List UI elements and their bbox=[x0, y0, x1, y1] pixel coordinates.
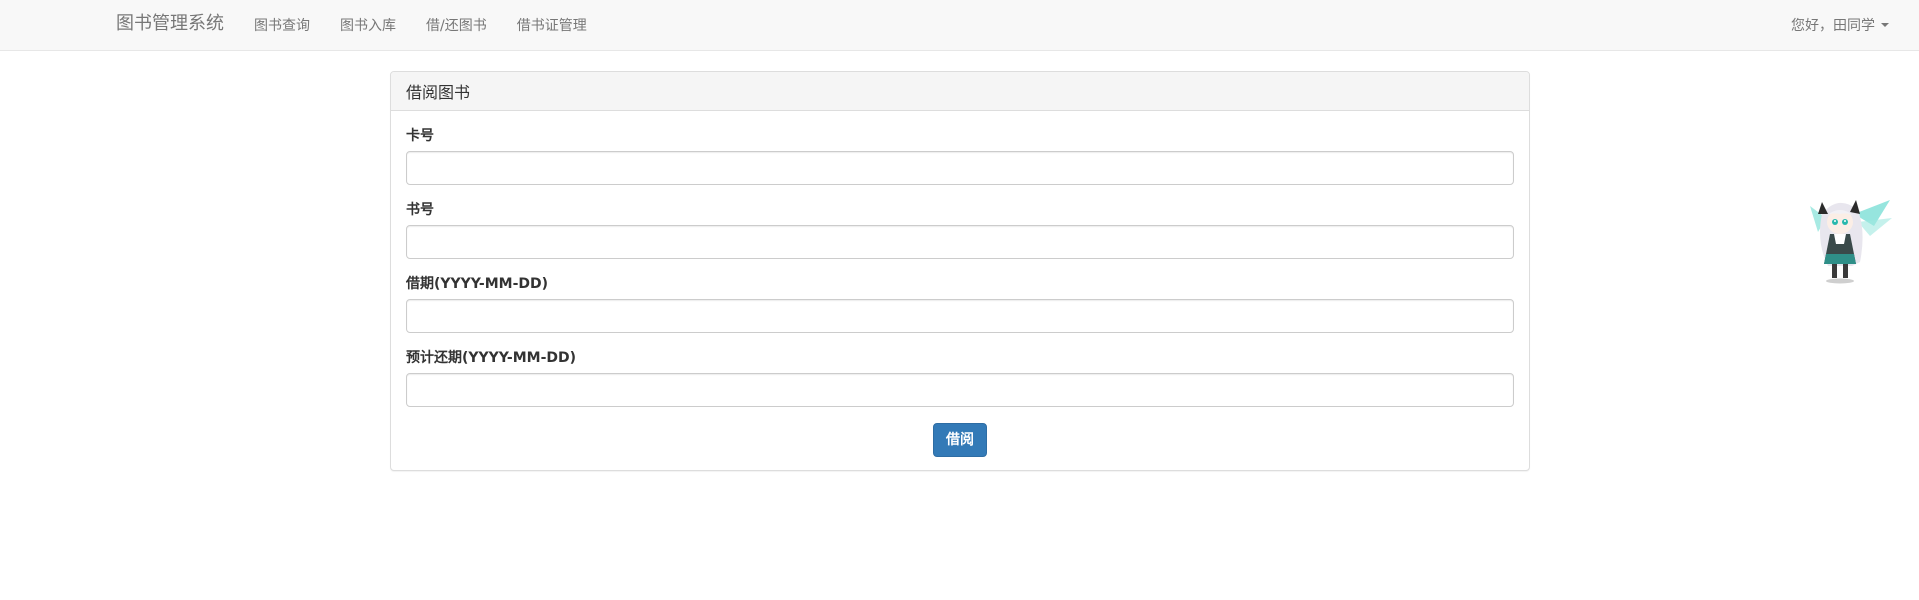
borrow-book-panel: 借阅图书 卡号 书号 借期(YYYY-MM-DD) 预计还期(YYYY-MM-D… bbox=[390, 71, 1530, 471]
user-menu-toggle[interactable]: 您好，田同学 bbox=[1791, 0, 1889, 50]
due-date-input[interactable] bbox=[406, 373, 1514, 407]
brand-title[interactable]: 图书管理系统 bbox=[116, 13, 224, 35]
panel-title: 借阅图书 bbox=[391, 72, 1529, 111]
borrow-date-group: 借期(YYYY-MM-DD) bbox=[406, 274, 1514, 333]
borrow-form: 卡号 书号 借期(YYYY-MM-DD) 预计还期(YYYY-MM-DD) 借阅 bbox=[391, 111, 1529, 457]
nav-link-card-management[interactable]: 借书证管理 bbox=[517, 15, 587, 35]
book-number-input[interactable] bbox=[406, 225, 1514, 259]
top-navbar: 图书管理系统 图书查询 图书入库 借/还图书 借书证管理 您好，田同学 bbox=[0, 0, 1919, 51]
borrow-date-input[interactable] bbox=[406, 299, 1514, 333]
caret-down-icon bbox=[1881, 23, 1889, 27]
book-number-group: 书号 bbox=[406, 200, 1514, 259]
book-number-label: 书号 bbox=[406, 202, 434, 218]
nav-links: 图书查询 图书入库 借/还图书 借书证管理 bbox=[254, 0, 617, 50]
due-date-group: 预计还期(YYYY-MM-DD) bbox=[406, 348, 1514, 407]
card-number-group: 卡号 bbox=[406, 126, 1514, 185]
submit-row: 借阅 bbox=[406, 423, 1514, 457]
nav-link-book-search[interactable]: 图书查询 bbox=[254, 15, 310, 35]
nav-link-book-stock-in[interactable]: 图书入库 bbox=[340, 15, 396, 35]
borrow-date-label: 借期(YYYY-MM-DD) bbox=[406, 276, 549, 292]
card-number-label: 卡号 bbox=[406, 128, 434, 144]
anime-mascot-image[interactable] bbox=[1808, 192, 1892, 284]
nav-link-borrow-return[interactable]: 借/还图书 bbox=[426, 15, 487, 35]
card-number-input[interactable] bbox=[406, 151, 1514, 185]
due-date-label: 预计还期(YYYY-MM-DD) bbox=[406, 350, 577, 366]
user-greeting: 您好，田同学 bbox=[1791, 18, 1875, 34]
borrow-submit-button[interactable]: 借阅 bbox=[933, 423, 987, 457]
